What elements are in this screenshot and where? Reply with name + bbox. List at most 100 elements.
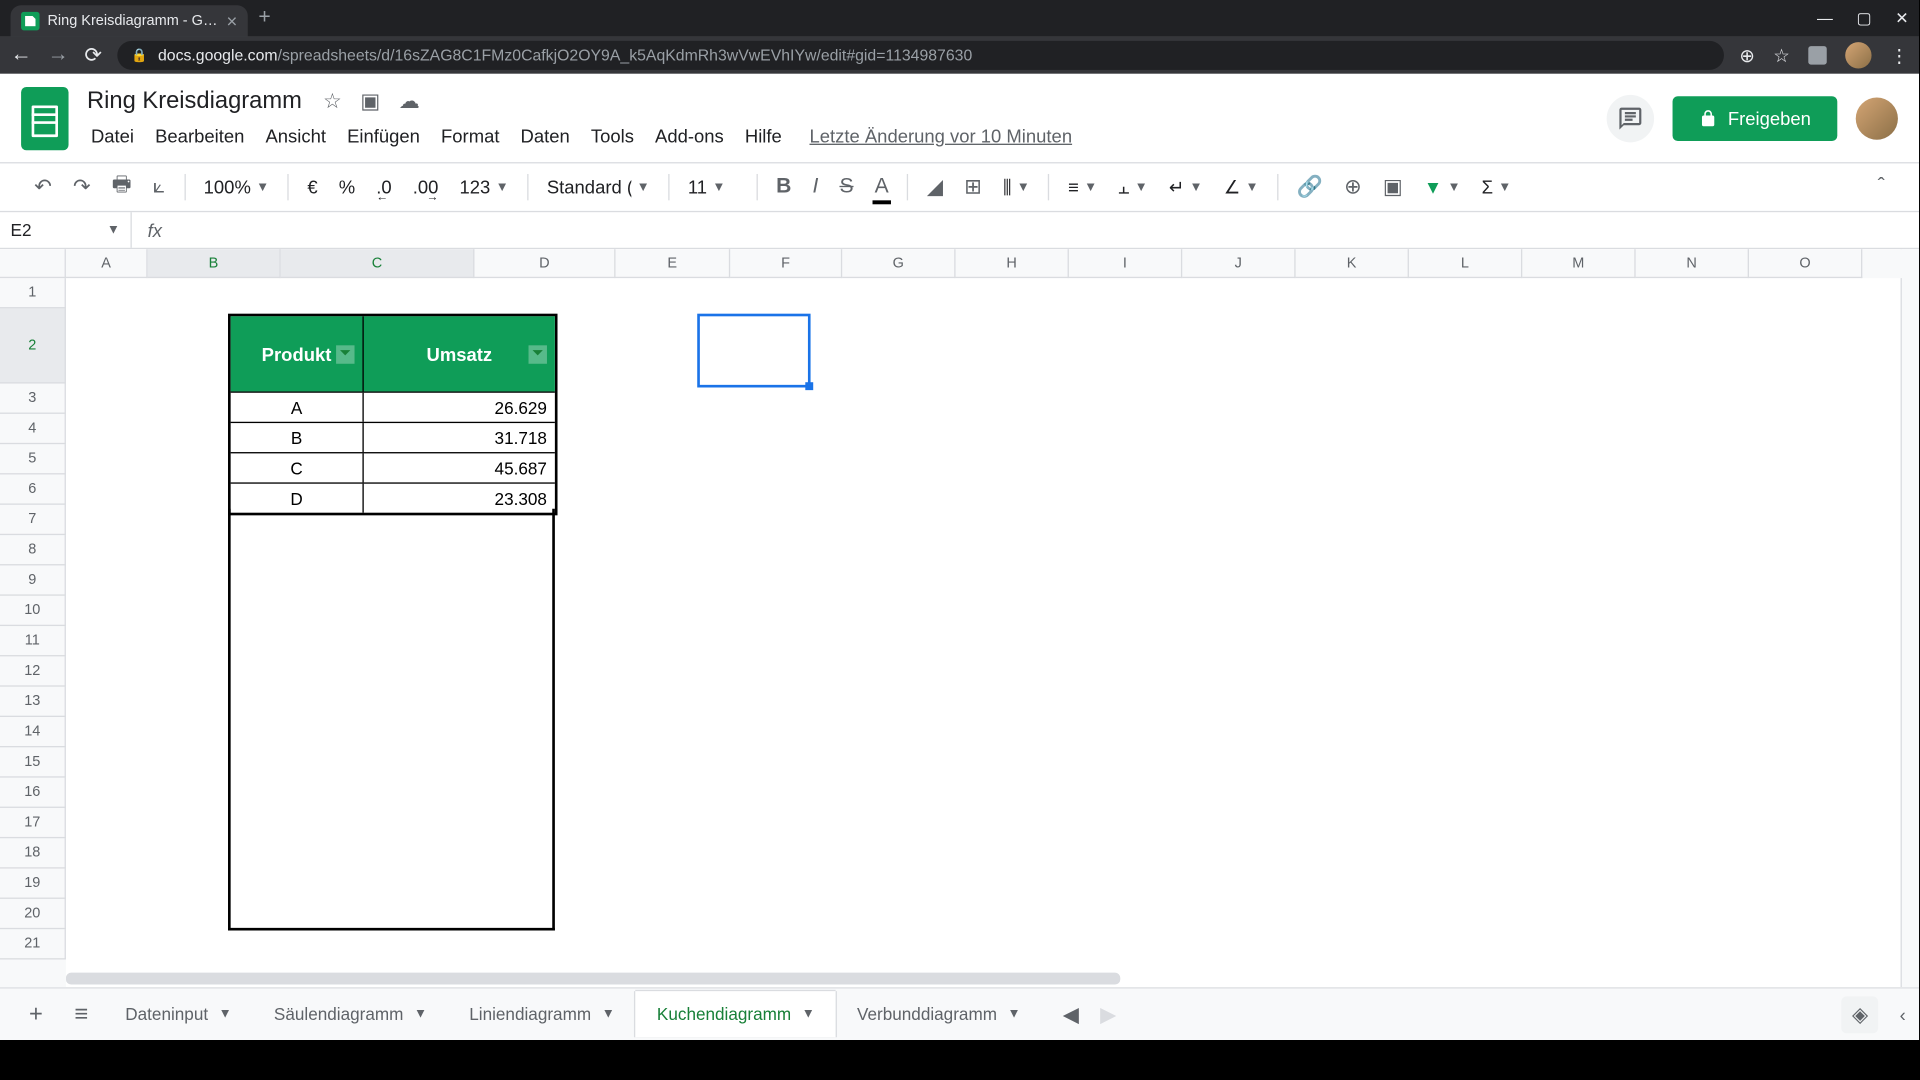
spreadsheet-grid[interactable]: ABCDEFGHIJKLMNO 123456789101112131415161… <box>0 249 1919 987</box>
row-header[interactable]: 21 <box>0 929 66 959</box>
cell-umsatz[interactable]: 26.629 <box>364 393 555 422</box>
horizontal-scrollbar[interactable] <box>66 973 1120 985</box>
table-header-umsatz[interactable]: Umsatz ⏷ <box>364 316 555 391</box>
explore-button[interactable]: ◈ <box>1842 996 1879 1033</box>
column-header[interactable]: I <box>1069 249 1182 278</box>
row-header[interactable]: 7 <box>0 505 66 535</box>
print-button[interactable]: 🖶 <box>104 164 140 210</box>
filter-icon[interactable]: ⏷ <box>336 345 354 363</box>
cell-umsatz[interactable]: 31.718 <box>364 423 555 452</box>
redo-button[interactable]: ↷ <box>65 169 98 206</box>
insert-comment-button[interactable]: ⊕ <box>1336 169 1369 206</box>
expand-toolbar-button[interactable]: ˆ <box>1870 170 1893 204</box>
menu-tools[interactable]: Tools <box>582 120 644 152</box>
column-header[interactable]: O <box>1749 249 1862 278</box>
cloud-status-icon[interactable]: ☁ <box>399 88 420 114</box>
row-header[interactable]: 19 <box>0 869 66 899</box>
row-header[interactable]: 16 <box>0 778 66 808</box>
bookmark-icon[interactable]: ☆ <box>1773 44 1790 66</box>
close-tab-icon[interactable]: × <box>226 11 237 32</box>
menu-addons[interactable]: Add-ons <box>646 120 733 152</box>
filter-icon[interactable]: ⏷ <box>529 345 547 363</box>
filter-button[interactable]: ▼▼ <box>1416 171 1468 203</box>
h-align-button[interactable]: ≡▼ <box>1060 171 1105 203</box>
insert-link-button[interactable]: 🔗 <box>1289 169 1331 206</box>
minimize-icon[interactable]: — <box>1817 9 1833 27</box>
document-title[interactable]: Ring Kreisdiagramm <box>82 84 307 117</box>
user-avatar[interactable] <box>1856 97 1898 139</box>
functions-button[interactable]: Σ▼ <box>1474 171 1520 203</box>
v-align-button[interactable]: ⫠▼ <box>1110 171 1155 204</box>
back-button[interactable]: ← <box>11 43 32 67</box>
text-color-button[interactable]: A <box>867 170 897 204</box>
menu-format[interactable]: Format <box>432 120 509 152</box>
selected-cell[interactable] <box>697 314 810 388</box>
italic-button[interactable]: I <box>805 170 827 204</box>
text-wrap-button[interactable]: ↵▼ <box>1161 171 1211 204</box>
column-header[interactable]: H <box>956 249 1069 278</box>
column-header[interactable]: F <box>730 249 842 278</box>
row-header[interactable]: 14 <box>0 717 66 747</box>
sheet-nav-right[interactable]: ▶ <box>1095 996 1122 1033</box>
menu-datei[interactable]: Datei <box>82 120 144 152</box>
column-header[interactable]: E <box>616 249 731 278</box>
column-header[interactable]: M <box>1522 249 1635 278</box>
cell-produkt[interactable]: C <box>231 453 364 482</box>
column-header[interactable]: B <box>148 249 281 278</box>
table-header-produkt[interactable]: Produkt ⏷ <box>231 316 364 391</box>
reload-button[interactable]: ⟳ <box>84 42 102 68</box>
currency-button[interactable]: € <box>299 171 325 203</box>
select-all-corner[interactable] <box>0 249 66 278</box>
borders-button[interactable]: ⊞ <box>956 169 989 206</box>
name-box[interactable]: E2 ▼ <box>0 212 132 248</box>
cell-produkt[interactable]: B <box>231 423 364 452</box>
all-sheets-button[interactable]: ≡ <box>59 990 104 1039</box>
sheet-nav-left[interactable]: ◀ <box>1058 996 1085 1033</box>
merge-cells-button[interactable]: ⫼▼ <box>995 171 1038 204</box>
row-header[interactable]: 15 <box>0 747 66 777</box>
undo-button[interactable]: ↶ <box>26 169 59 206</box>
new-tab-button[interactable]: + <box>258 7 270 31</box>
menu-hilfe[interactable]: Hilfe <box>736 120 791 152</box>
browser-menu-icon[interactable]: ⋮ <box>1890 44 1908 66</box>
column-header[interactable]: J <box>1182 249 1295 278</box>
close-window-icon[interactable]: ✕ <box>1895 9 1908 27</box>
fill-color-button[interactable]: ◢ <box>919 169 951 206</box>
forward-button[interactable]: → <box>47 43 68 67</box>
decrease-decimals-button[interactable]: .0← <box>368 171 399 203</box>
row-header[interactable]: 1 <box>0 278 66 308</box>
number-format-select[interactable]: 123▼ <box>452 171 517 203</box>
row-header[interactable]: 4 <box>0 414 66 444</box>
zoom-select[interactable]: 100%▼ <box>196 171 277 203</box>
row-header[interactable]: 10 <box>0 596 66 626</box>
last-edit-link[interactable]: Letzte Änderung vor 10 Minuten <box>809 120 1072 152</box>
sheet-tab-liniendiagramm[interactable]: Liniendiagramm▼ <box>448 991 636 1037</box>
row-header[interactable]: 11 <box>0 626 66 656</box>
row-header[interactable]: 18 <box>0 838 66 868</box>
cell-umsatz[interactable]: 45.687 <box>364 453 555 482</box>
insert-chart-button[interactable]: ▣ <box>1375 169 1411 206</box>
row-header[interactable]: 5 <box>0 444 66 474</box>
font-family-select[interactable]: Standard (...▼ <box>539 171 658 203</box>
extensions-icon[interactable] <box>1808 46 1826 64</box>
browser-profile[interactable] <box>1845 42 1871 68</box>
row-header[interactable]: 13 <box>0 687 66 717</box>
row-header[interactable]: 20 <box>0 899 66 929</box>
add-sheet-button[interactable]: + <box>13 990 58 1039</box>
star-icon[interactable]: ☆ <box>323 88 342 114</box>
menu-daten[interactable]: Daten <box>511 120 579 152</box>
sheets-logo[interactable] <box>21 86 68 149</box>
strikethrough-button[interactable]: S <box>832 170 862 204</box>
row-header[interactable]: 6 <box>0 474 66 504</box>
row-header[interactable]: 3 <box>0 384 66 414</box>
sheet-tab-saeulendiagramm[interactable]: Säulendiagramm▼ <box>253 991 448 1037</box>
sheet-tab-kuchendiagramm[interactable]: Kuchendiagramm▼ <box>636 991 836 1037</box>
column-header[interactable]: K <box>1296 249 1409 278</box>
column-header[interactable]: L <box>1409 249 1522 278</box>
sheet-tab-verbunddiagramm[interactable]: Verbunddiagramm▼ <box>836 991 1042 1037</box>
column-header[interactable]: A <box>66 249 148 278</box>
paint-format-button[interactable]: ⟀ <box>145 170 173 204</box>
menu-ansicht[interactable]: Ansicht <box>256 120 335 152</box>
bold-button[interactable]: B <box>768 170 799 204</box>
column-header[interactable]: G <box>842 249 955 278</box>
